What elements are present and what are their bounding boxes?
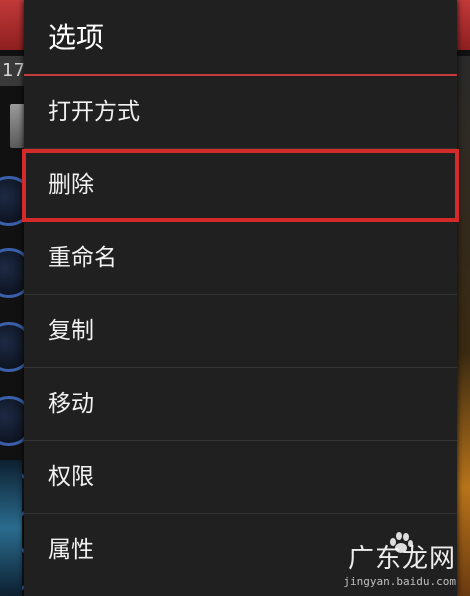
background-wallpaper: [0, 460, 22, 596]
menu-item-permissions[interactable]: 权限: [24, 441, 457, 514]
menu-item-open-with[interactable]: 打开方式: [24, 76, 457, 149]
screen: 17 选项 打开方式 删除 重命名 复制 移动 权限 属性 广东龙网 jingy…: [0, 0, 470, 596]
dialog-title: 选项: [24, 0, 457, 76]
menu-item-delete[interactable]: 删除: [22, 149, 459, 222]
menu-item-copy[interactable]: 复制: [24, 295, 457, 368]
watermark: 广东龙网 jingyan.baidu.com: [343, 538, 456, 588]
menu-item-label: 属性: [48, 537, 94, 563]
background-path-text: 17: [2, 60, 25, 81]
menu-item-label: 权限: [48, 464, 94, 490]
menu-item-label: 复制: [48, 318, 94, 344]
background-wallpaper-edge: [456, 56, 470, 596]
menu-item-label: 移动: [48, 391, 94, 417]
menu-item-label: 删除: [48, 172, 94, 198]
menu-item-label: 重命名: [48, 245, 117, 271]
menu-item-move[interactable]: 移动: [24, 368, 457, 441]
menu-item-label: 打开方式: [48, 99, 140, 125]
menu-item-rename[interactable]: 重命名: [24, 222, 457, 295]
options-dialog: 选项 打开方式 删除 重命名 复制 移动 权限 属性: [22, 0, 459, 596]
watermark-title: 广东龙网: [347, 544, 456, 574]
watermark-url: jingyan.baidu.com: [343, 575, 456, 588]
